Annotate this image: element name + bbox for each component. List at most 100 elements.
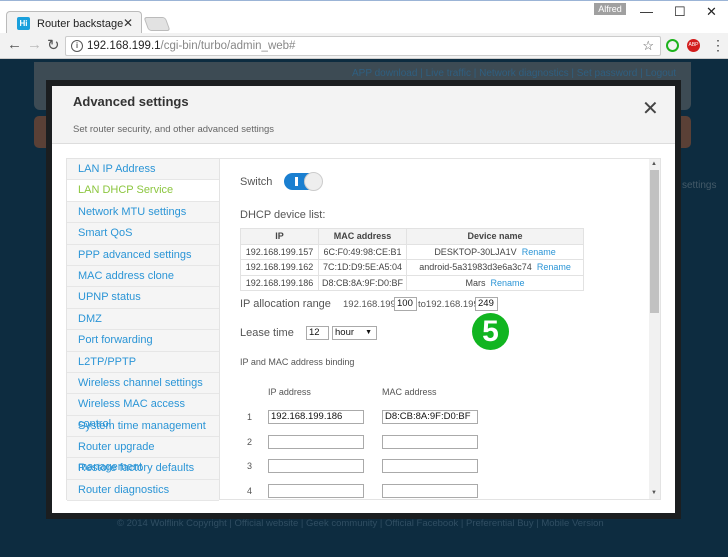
dialog-title: Advanced settings	[73, 94, 189, 109]
range-start-input[interactable]: 100	[394, 297, 417, 311]
extension-power-icon[interactable]	[666, 39, 679, 52]
device-name-cell: Mars Rename	[406, 274, 585, 291]
scrollbar[interactable]: ▲ ▼	[649, 159, 660, 499]
device-name-cell: android-5a31983d3e6a3c74 Rename	[406, 259, 585, 276]
device-ip: 192.168.199.162	[240, 259, 319, 276]
minimize-icon[interactable]: —	[640, 4, 653, 19]
menu-icon[interactable]: ⋮	[711, 37, 725, 54]
back-icon[interactable]: ←	[7, 36, 22, 53]
sidebar-item[interactable]: PPP advanced settings	[67, 244, 219, 266]
sidebar-item[interactable]: L2TP/PPTP	[67, 351, 219, 373]
device-list-label: DHCP device list:	[240, 209, 326, 221]
sidebar-item[interactable]: UPNP status	[67, 287, 219, 309]
dialog-header: Advanced settings Set router security, a…	[52, 86, 675, 144]
binding-ip-input[interactable]	[268, 459, 364, 473]
binding-label: IP and MAC address binding	[240, 357, 355, 367]
scroll-up-icon[interactable]: ▲	[651, 161, 657, 167]
dhcp-device-table: IP MAC address Device name 192.168.199.1…	[240, 228, 585, 291]
sidebar-item[interactable]: Wireless MAC access control	[67, 394, 219, 430]
rename-link[interactable]: Rename	[491, 278, 525, 288]
table-row: 192.168.199.186 D8:CB:8A:9F:D0:BF Mars Ren…	[240, 274, 585, 291]
device-mac: 6C:F0:49:98:CE:B1	[317, 243, 408, 260]
binding-row-number: 3	[247, 461, 253, 471]
top-links: APP download | Live traffic | Network di…	[352, 68, 677, 79]
sidebar-item[interactable]: DMZ	[67, 308, 219, 331]
rename-link[interactable]: Rename	[537, 262, 571, 272]
tab-bar: Hi Router backstage ✕ Alfred — ☐ ✕	[0, 0, 728, 35]
background-text: settings	[682, 180, 717, 191]
device-ip: 192.168.199.186	[240, 274, 319, 291]
binding-mac-header: MAC address	[382, 387, 437, 397]
reload-icon[interactable]: ↻	[47, 36, 60, 54]
binding-row-number: 4	[247, 485, 253, 496]
lease-unit-value: hour	[335, 327, 355, 338]
tab-title: Router backstage	[37, 18, 124, 30]
switch-label: Switch	[240, 176, 273, 188]
step-number-badge: 5	[472, 313, 509, 350]
device-name: android-5a31983d3e6a3c74	[419, 262, 532, 273]
url-path: /cgi-bin/turbo/admin_web#	[160, 40, 296, 52]
binding-mac-input[interactable]	[382, 434, 478, 449]
close-dialog-icon[interactable]: ✕	[642, 96, 659, 121]
bookmark-star-icon[interactable]: ☆	[642, 38, 654, 54]
device-name: DESKTOP-30LJA1V	[434, 246, 517, 257]
column-header-mac: MAC address	[317, 228, 408, 245]
binding-mac-input[interactable]	[382, 459, 478, 473]
device-name: Mars	[465, 277, 486, 288]
sidebar-item[interactable]: LAN IP Address	[67, 159, 219, 181]
table-row: 192.168.199.157 6C:F0:49:98:CE:B1 DESKTOP-…	[240, 243, 585, 260]
sidebar-item[interactable]: Restore factory defaults	[67, 458, 219, 480]
binding-row-number: 2	[247, 436, 253, 447]
sidebar-item[interactable]: System time management	[67, 415, 219, 438]
binding-mac-input[interactable]	[382, 483, 478, 498]
device-mac: D8:CB:8A:9F:D0:BF	[317, 274, 408, 291]
info-icon[interactable]: i	[71, 40, 83, 52]
binding-ip-input[interactable]: 192.168.199.186	[268, 410, 364, 424]
range-end-input[interactable]: 249	[475, 297, 498, 311]
url-bar[interactable]: i 192.168.199.1/cgi-bin/turbo/admin_web#…	[65, 36, 661, 56]
binding-mac-input[interactable]: D8:CB:8A:9F:D0:BF	[382, 410, 478, 424]
rename-link[interactable]: Rename	[522, 247, 556, 257]
new-tab-button[interactable]	[143, 17, 171, 31]
address-toolbar: ← → ↻ i 192.168.199.1/cgi-bin/turbo/admi…	[0, 33, 728, 59]
range-prefix: 192.168.199.	[343, 299, 399, 310]
column-header-ip: IP	[240, 228, 319, 245]
sidebar-item[interactable]: MAC address clone	[67, 265, 219, 288]
table-row: 192.168.199.162 7C:1D:D9:5E:A5:04 android-…	[240, 259, 585, 276]
url-host: 192.168.199.1	[87, 40, 161, 52]
dropdown-arrow-icon: ▼	[365, 329, 372, 336]
binding-ip-header: IP address	[268, 387, 311, 397]
device-mac: 7C:1D:D9:5E:A5:04	[317, 259, 408, 276]
dialog-subtitle: Set router security, and other advanced …	[73, 124, 275, 135]
site-favicon-icon: Hi	[17, 17, 30, 30]
settings-sidebar: LAN IP Address LAN DHCP Service Network MT…	[66, 158, 220, 502]
scroll-down-icon[interactable]: ▼	[651, 490, 657, 496]
sidebar-item[interactable]: Smart QoS	[67, 223, 219, 245]
sidebar-item[interactable]: Network MTU settings	[67, 201, 219, 224]
device-ip: 192.168.199.157	[240, 243, 319, 260]
close-window-icon[interactable]: ✕	[706, 4, 717, 20]
range-label: IP allocation range	[240, 298, 331, 310]
binding-ip-input[interactable]	[268, 434, 364, 449]
sidebar-item[interactable]: LAN DHCP Service	[67, 180, 219, 202]
scrollbar-thumb[interactable]	[650, 170, 659, 313]
dhcp-toggle[interactable]	[284, 172, 323, 191]
sidebar-item[interactable]: Router upgrade management	[67, 437, 219, 473]
dhcp-panel: Switch DHCP device list: IP MAC address …	[219, 158, 661, 500]
close-tab-icon[interactable]: ✕	[123, 16, 133, 30]
column-header-name: Device name	[406, 228, 585, 245]
sidebar-item[interactable]: Wireless channel settings	[67, 372, 219, 395]
lease-time-input[interactable]: 12	[306, 326, 329, 340]
browser-tab[interactable]: Hi Router backstage ✕	[6, 11, 142, 35]
range-to-label: to192.168.199.	[418, 299, 482, 310]
maximize-icon[interactable]: ☐	[674, 4, 686, 20]
lease-unit-select[interactable]: hour ▼	[332, 326, 377, 340]
forward-icon[interactable]: →	[27, 36, 42, 53]
device-name-cell: DESKTOP-30LJA1V Rename	[406, 243, 585, 260]
binding-ip-input[interactable]	[268, 483, 364, 498]
sidebar-item[interactable]: Port forwarding	[67, 330, 219, 352]
adblock-icon[interactable]: ABP	[687, 39, 700, 52]
lease-label: Lease time	[240, 327, 294, 339]
profile-badge[interactable]: Alfred	[594, 3, 626, 15]
sidebar-item[interactable]: Router diagnostics	[67, 479, 219, 502]
